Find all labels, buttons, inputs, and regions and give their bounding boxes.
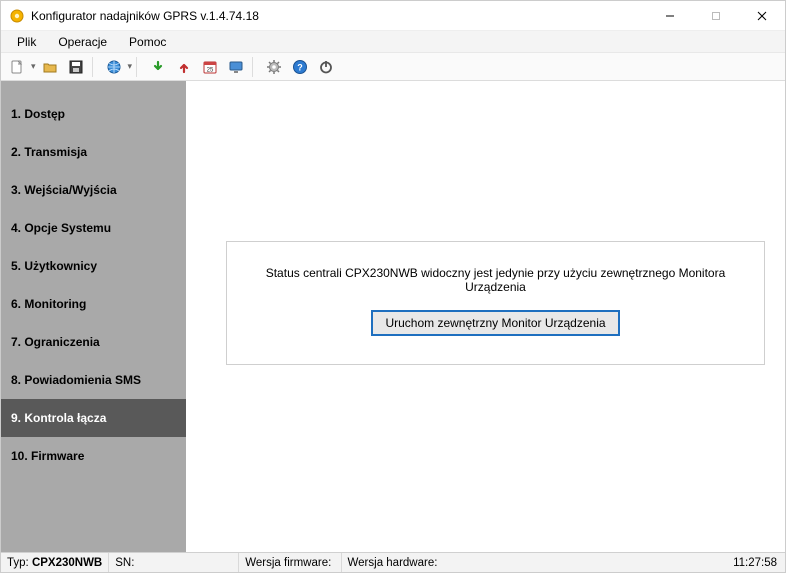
status-time: 11:27:58 [725,557,785,569]
menubar: Plik Operacje Pomoc [1,31,785,53]
menu-operacje[interactable]: Operacje [48,33,117,51]
menu-pomoc[interactable]: Pomoc [119,33,176,51]
sidebar-item-opcje-systemu[interactable]: 4. Opcje Systemu [1,209,186,247]
status-hardware: Wersja hardware: [342,553,447,572]
power-icon[interactable] [314,55,338,79]
minimize-button[interactable] [647,1,693,31]
status-sn: SN: [109,553,239,572]
status-hw-label: Wersja hardware: [348,557,438,569]
toolbar: ▾ ▾ 25 ? [1,53,785,81]
menu-plik[interactable]: Plik [7,33,46,51]
maximize-button[interactable] [693,1,739,31]
window-title: Konfigurator nadajników GPRS v.1.4.74.18 [31,9,259,23]
sidebar-item-monitoring[interactable]: 6. Monitoring [1,285,186,323]
calendar-icon[interactable]: 25 [198,55,222,79]
status-sn-label: SN: [115,557,134,569]
open-folder-icon[interactable] [38,55,62,79]
upload-icon[interactable] [172,55,196,79]
statusbar: Typ: CPX230NWB SN: Wersja firmware: Wers… [1,552,785,572]
status-firmware: Wersja firmware: [239,553,341,572]
sidebar-item-transmisja[interactable]: 2. Transmisja [1,133,186,171]
sidebar-item-wejscia-wyjscia[interactable]: 3. Wejścia/Wyjścia [1,171,186,209]
status-fw-label: Wersja firmware: [245,557,331,569]
status-type-label: Typ: [7,557,29,569]
globe-icon[interactable] [102,55,126,79]
sidebar-item-uzytkownicy[interactable]: 5. Użytkownicy [1,247,186,285]
help-icon[interactable]: ? [288,55,312,79]
download-icon[interactable] [146,55,170,79]
body: 1. Dostęp 2. Transmisja 3. Wejścia/Wyjśc… [1,81,785,552]
svg-text:?: ? [297,62,303,72]
content-area: Status centrali CPX230NWB widoczny jest … [186,81,785,552]
monitor-icon[interactable] [224,55,248,79]
titlebar: Konfigurator nadajników GPRS v.1.4.74.18 [1,1,785,31]
new-file-icon[interactable] [5,55,29,79]
sidebar: 1. Dostęp 2. Transmisja 3. Wejścia/Wyjśc… [1,81,186,552]
close-button[interactable] [739,1,785,31]
sidebar-item-kontrola-lacza[interactable]: 9. Kontrola łącza [1,399,186,437]
status-message: Status centrali CPX230NWB widoczny jest … [247,266,744,294]
sidebar-item-firmware[interactable]: 10. Firmware [1,437,186,475]
status-type-value: CPX230NWB [32,557,102,569]
info-panel: Status centrali CPX230NWB widoczny jest … [226,241,765,365]
sidebar-item-powiadomienia-sms[interactable]: 8. Powiadomienia SMS [1,361,186,399]
gear-icon[interactable] [262,55,286,79]
app-icon [9,8,25,24]
save-icon[interactable] [64,55,88,79]
status-type: Typ: CPX230NWB [1,553,109,572]
sidebar-item-dostep[interactable]: 1. Dostęp [1,95,186,133]
svg-text:25: 25 [207,67,214,73]
sidebar-item-ograniczenia[interactable]: 7. Ograniczenia [1,323,186,361]
launch-monitor-button[interactable]: Uruchom zewnętrzny Monitor Urządzenia [371,310,619,336]
